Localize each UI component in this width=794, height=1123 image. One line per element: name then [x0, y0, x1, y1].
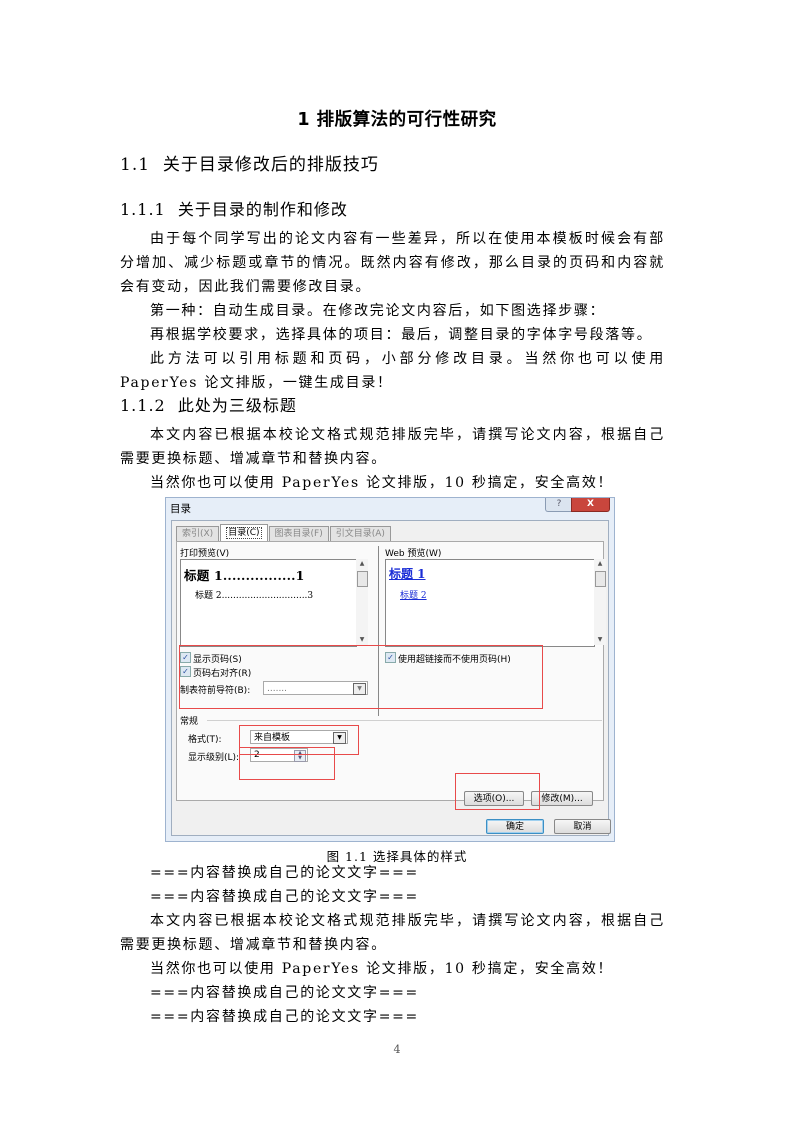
show-levels-spinner[interactable]: 2 ▲ ▼ [250, 748, 308, 762]
web-preview-label: Web 预览(W) [385, 549, 442, 559]
tab-citations[interactable]: 引文目录(A) [329, 526, 391, 541]
section-title: 关于目录修改后的排版技巧 [162, 155, 379, 175]
toc-dialog-figure: 目录 ? X 索引(X) 目录(C) 图表目录(F) 引文目录(A) 打印预览(… [165, 497, 615, 842]
paragraph: 再根据学校要求，选择具体的项目：最后，调整目录的字体字号段落等。 [150, 327, 653, 343]
chevron-down-icon[interactable]: ▼ [333, 732, 346, 744]
web-preview-scrollbar[interactable]: ▲ ▼ [594, 559, 606, 645]
tab-figures[interactable]: 图表目录(F) [268, 526, 329, 541]
close-icon[interactable]: X [571, 498, 610, 512]
ok-button[interactable]: 确定 [486, 819, 544, 834]
general-group-label: 常规 [180, 717, 199, 727]
subsection-number: 1.1.1 [120, 200, 166, 219]
chapter-title: 1 排版算法的可行性研究 [297, 110, 497, 130]
options-button[interactable]: 选项(O)... [464, 791, 524, 806]
print-preview-scrollbar[interactable]: ▲ ▼ [356, 559, 368, 645]
web-preview-heading-2[interactable]: 标题 2 [400, 588, 427, 601]
format-label: 格式(T): [188, 735, 222, 745]
tab-toc[interactable]: 目录(C) [220, 524, 268, 541]
tab-strip: 索引(X) 目录(C) 图表目录(F) 引文目录(A) [176, 524, 392, 541]
toc-panel: 打印预览(V) 标题 1................1 标题 2......… [176, 541, 606, 806]
paragraph: ===内容替换成自己的论文文字=== [150, 865, 419, 881]
right-align-checkbox[interactable]: ✓ [180, 666, 191, 677]
paragraph: 本文内容已根据本校论文格式规范排版完毕，请撰写论文内容，根据自己需要更换标题、增… [120, 427, 665, 467]
help-icon[interactable]: ? [545, 498, 573, 512]
paragraph: 当然你也可以使用 PaperYes 论文排版，10 秒搞定，安全高效！ [150, 475, 614, 491]
group-separator [207, 720, 602, 721]
panel-divider [378, 546, 379, 716]
scroll-down-icon[interactable]: ▼ [594, 635, 606, 645]
web-preview-box: 标题 1 标题 2 [385, 559, 595, 647]
dialog-title: 目录 [170, 503, 191, 515]
spinner-arrows-icon[interactable]: ▲ ▼ [294, 750, 306, 762]
scroll-up-icon[interactable]: ▲ [356, 559, 368, 569]
scroll-thumb[interactable] [595, 571, 606, 587]
paragraph: 此方法可以引用标题和页码，小部分修改目录。当然你也可以使用 PaperYes 论… [120, 351, 665, 391]
paragraph: 当然你也可以使用 PaperYes 论文排版，10 秒搞定，安全高效！ [150, 961, 614, 977]
modify-button[interactable]: 修改(M)... [531, 791, 593, 806]
body-block-2: 本文内容已根据本校论文格式规范排版完毕，请撰写论文内容，根据自己需要更换标题、增… [120, 423, 665, 495]
scroll-thumb[interactable] [357, 571, 368, 587]
tab-index[interactable]: 索引(X) [176, 526, 220, 541]
subsection-heading-1: 1.1.1 关于目录的制作和修改 [120, 196, 348, 220]
section-heading: 1.1 关于目录修改后的排版技巧 [120, 150, 379, 175]
show-levels-label: 显示级别(L): [188, 753, 240, 763]
body-block-3: ===内容替换成自己的论文文字=== ===内容替换成自己的论文文字=== 本文… [120, 861, 665, 1029]
paragraph: ===内容替换成自己的论文文字=== [150, 889, 419, 905]
section-number: 1.1 [120, 155, 151, 175]
dialog-body: 索引(X) 目录(C) 图表目录(F) 引文目录(A) 打印预览(V) 标题 1… [171, 520, 611, 836]
print-preview-box: 标题 1................1 标题 2..............… [180, 559, 357, 647]
format-select[interactable]: 来自模板 ▼ [250, 730, 348, 744]
subsection-title: 此处为三级标题 [177, 396, 297, 415]
subsection-heading-2: 1.1.2 此处为三级标题 [120, 392, 297, 416]
paragraph: ===内容替换成自己的论文文字=== [150, 1009, 419, 1025]
print-preview-label: 打印预览(V) [180, 549, 230, 559]
chevron-down-icon[interactable]: ▼ [353, 683, 366, 695]
tab-leader-select[interactable]: ....... ▼ [263, 681, 368, 695]
cancel-button[interactable]: 取消 [554, 819, 611, 834]
print-preview-heading-1: 标题 1................1 [184, 568, 305, 583]
scroll-up-icon[interactable]: ▲ [594, 559, 606, 569]
subsection-number: 1.1.2 [120, 396, 166, 415]
paragraph: 本文内容已根据本校论文格式规范排版完毕，请撰写论文内容，根据自己需要更换标题、增… [120, 913, 665, 953]
show-page-numbers-checkbox[interactable]: ✓ [180, 652, 191, 663]
paragraph: 由于每个同学写出的论文内容有一些差异，所以在使用本模板时候会有部分增加、减少标题… [120, 231, 665, 295]
use-hyperlinks-label: 使用超链接而不使用页码(H) [398, 655, 511, 665]
subsection-title: 关于目录的制作和修改 [177, 200, 348, 219]
show-page-numbers-label: 显示页码(S) [193, 655, 242, 665]
scroll-down-icon[interactable]: ▼ [356, 635, 368, 645]
tab-leader-label: 制表符前导符(B): [180, 686, 251, 696]
paragraph: 第一种：自动生成目录。在修改完论文内容后，如下图选择步骤： [150, 303, 606, 319]
body-block-1: 由于每个同学写出的论文内容有一些差异，所以在使用本模板时候会有部分增加、减少标题… [120, 227, 665, 395]
paragraph: ===内容替换成自己的论文文字=== [150, 985, 419, 1001]
web-preview-heading-1[interactable]: 标题 1 [389, 565, 426, 582]
print-preview-heading-2: 标题 2..............................3 [195, 591, 314, 601]
page-number: 4 [393, 1043, 401, 1056]
use-hyperlinks-checkbox[interactable]: ✓ [385, 652, 396, 663]
right-align-label: 页码右对齐(R) [193, 669, 252, 679]
